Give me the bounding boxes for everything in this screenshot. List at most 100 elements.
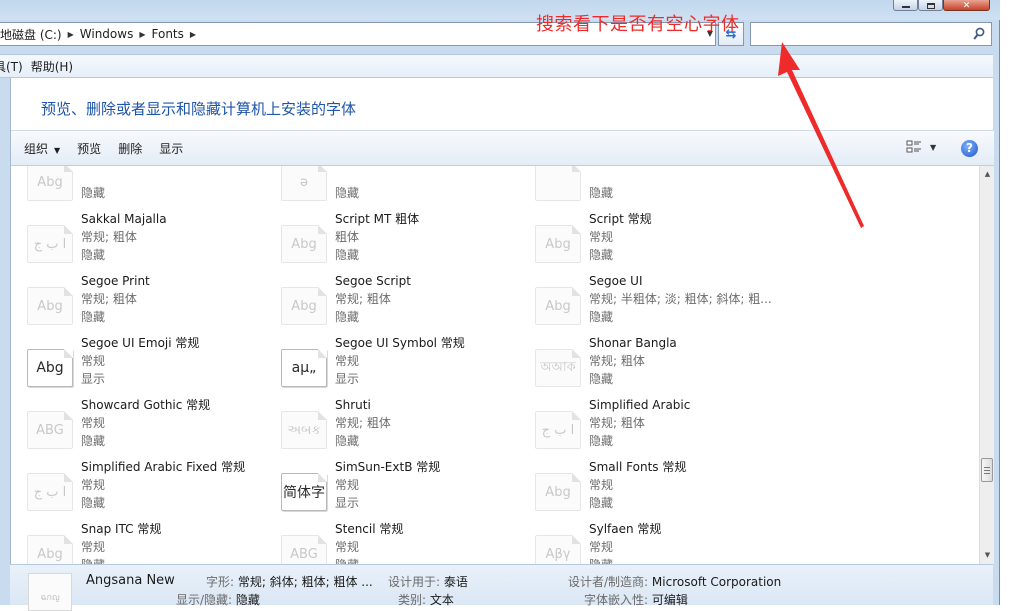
font-styles [81,166,105,184]
page-fold-icon [318,287,327,296]
font-tile[interactable]: Abg Script MT 粗体 粗体 隐藏 [265,210,519,272]
chevron-down-icon: ▼ [54,145,61,155]
font-status: 显示 [335,496,360,510]
title-bar: ✕ [0,0,1000,20]
scroll-thumb[interactable] [981,458,993,482]
font-styles: 常规; 粗体 [589,354,645,368]
scroll-down-arrow[interactable]: ▼ [980,547,995,564]
font-sample-text: Abg [37,174,63,190]
font-info: Script 常规 常规 隐藏 [589,210,652,264]
font-tile[interactable]: ا ب ج Sakkal Majalla 常规; 粗体 隐藏 [11,210,265,272]
preview-button[interactable]: 预览 [77,140,101,157]
chevron-right-icon[interactable]: ▶ [190,30,196,39]
font-thumbnail: ا ب ج [535,411,581,449]
font-status: 隐藏 [335,434,360,448]
details-show-hide: 显示/隐藏: 隐藏 [176,593,260,607]
font-tile[interactable]: Abg Segoe UI Emoji 常规 常规 显示 [11,334,265,396]
scroll-up-arrow[interactable]: ▲ [980,166,995,183]
font-status: 隐藏 [81,434,106,448]
details-pane: ฉกญ Angsana New 字形: 常规; 斜体; 粗体; 粗体 ... 设… [10,564,993,611]
font-sample-text: Abg [291,298,317,314]
font-sample-text: Abg [37,298,63,314]
breadcrumb-drive[interactable]: 地磁盘 (C:) ▶ [0,26,80,43]
font-status: 隐藏 [335,186,360,200]
font-sample-text: ا ب ج [33,236,67,252]
close-icon: ✕ [962,1,971,11]
breadcrumb-fonts[interactable]: Fonts ▶ [152,27,203,41]
font-tile[interactable]: ǝ 隐藏 [265,166,519,210]
show-button[interactable]: 显示 [159,140,183,157]
font-tile[interactable]: Abg Small Fonts 常规 常规 隐藏 [519,458,773,520]
font-status: 隐藏 [81,556,161,564]
font-tile[interactable]: ا ب ج Simplified Arabic 常规; 粗体 隐藏 [519,396,773,458]
details-designer: 设计者/制造商: Microsoft Corporation [568,575,782,589]
font-tile[interactable]: Abg Script 常规 常规 隐藏 [519,210,773,272]
font-status: 隐藏 [589,556,661,564]
font-tile[interactable]: Abg 隐藏 [11,166,265,210]
font-tile[interactable]: Abg Segoe Script 常规; 粗体 隐藏 [265,272,519,334]
font-sample-text: ا ب ج [33,484,67,500]
font-sample-text: Aβγ [545,546,571,562]
chevron-right-icon[interactable]: ▶ [139,30,145,39]
font-styles: 常规; 半粗体; 淡; 粗体; 斜体; 粗... [589,292,772,306]
font-sample-text: Abg [36,360,64,376]
delete-button[interactable]: 删除 [118,140,142,157]
details-font-name: Angsana New [86,573,175,588]
minimize-button[interactable] [893,0,918,11]
font-status: 隐藏 [335,248,360,262]
font-tile[interactable]: 隐藏 [519,166,773,210]
font-status: 隐藏 [589,496,614,510]
page-fold-icon [64,287,73,296]
font-thumbnail: Abg [535,225,581,263]
page-fold-icon [572,287,581,296]
font-tile[interactable]: Aβγ Sylfaen 常规常规隐藏 [519,520,773,564]
font-thumbnail: ABG [281,535,327,564]
page-fold-icon [64,535,73,544]
font-thumbnail: Abg [27,166,73,201]
page-fold-icon [64,473,73,482]
font-tile[interactable]: aµ„ Segoe UI Symbol 常规 常规 显示 [265,334,519,396]
font-info: Stencil 常规常规隐藏 [335,520,403,564]
font-name: Script 常规 [589,212,652,226]
font-tile[interactable]: 简体字 SimSun-ExtB 常规 常规 显示 [265,458,519,520]
font-name: Simplified Arabic [589,398,691,412]
font-styles: 常规; 粗体 [589,416,645,430]
font-info: Shonar Bangla 常规; 粗体 隐藏 [589,334,677,388]
close-button[interactable]: ✕ [943,0,990,11]
font-info: Shruti 常规; 粗体 隐藏 [335,396,391,450]
font-name: Shruti [335,398,371,412]
search-icon[interactable] [973,27,985,41]
font-tile[interactable]: অআক Shonar Bangla 常规; 粗体 隐藏 [519,334,773,396]
chevron-right-icon[interactable]: ▶ [68,30,74,39]
font-thumbnail: অআক [535,349,581,387]
change-view-button[interactable]: ▼ [906,139,936,155]
font-sample-text: ABG [36,422,64,438]
maximize-button[interactable] [918,0,943,11]
font-info: 隐藏 [335,166,359,202]
font-styles: 常规 [589,478,614,492]
font-tile[interactable]: Abg Segoe UI 常规; 半粗体; 淡; 粗体; 斜体; 粗... 隐藏 [519,272,773,334]
organize-button[interactable]: 组织 ▼ [24,140,60,157]
font-tile[interactable]: ABG Showcard Gothic 常规 常规隐藏 [11,396,265,458]
help-icon[interactable]: ? [961,140,978,157]
font-styles: 常规 [81,416,106,430]
page-fold-icon [572,166,581,172]
font-tile[interactable]: ا ب ج Simplified Arabic Fixed 常规 常规 隐藏 [11,458,265,520]
font-tile[interactable]: Abg Snap ITC 常规常规隐藏 [11,520,265,564]
font-tile[interactable]: Abg Segoe Print 常规; 粗体 隐藏 [11,272,265,334]
font-status: 隐藏 [335,556,403,564]
font-tile[interactable]: અબક Shruti 常规; 粗体 隐藏 [265,396,519,458]
font-name: Script MT 粗体 [335,212,420,226]
font-sample-text: অআক [540,359,576,375]
font-styles [335,166,359,184]
font-thumbnail: Abg [281,287,327,325]
font-status: 隐藏 [589,434,614,448]
vertical-scrollbar[interactable]: ▲ ▼ [979,166,994,564]
breadcrumb-windows[interactable]: Windows ▶ [80,27,152,41]
font-sample-text: ا ب ج [541,422,575,438]
font-info: Sylfaen 常规常规隐藏 [589,520,661,564]
font-name: Showcard Gothic 常规 [81,398,211,412]
menu-tools[interactable]: 具(T) [0,58,31,75]
font-tile[interactable]: ABG Stencil 常规常规隐藏 [265,520,519,564]
menu-help[interactable]: 帮助(H) [31,58,81,75]
